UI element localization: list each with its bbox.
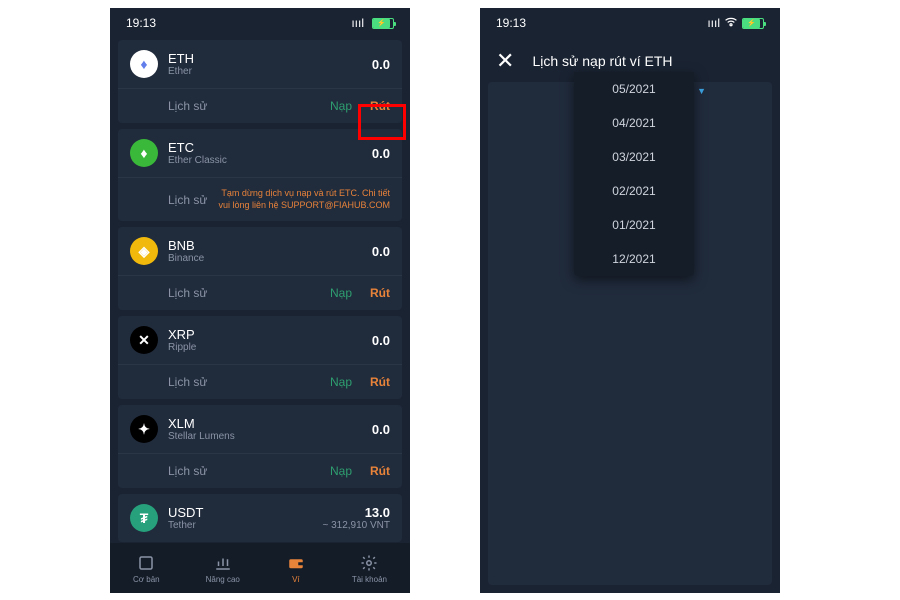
nav-basic[interactable]: Cơ bản (133, 553, 160, 584)
wallet-card-xrp: ✕ XRP Ripple 0.0 Lịch sử Nạp Rút (118, 316, 402, 399)
wallet-card-usdt: ₮ USDT Tether 13.0 ~ 312,910 VNT (118, 494, 402, 542)
chart-icon (213, 553, 233, 573)
page-title: Lịch sử nạp rút ví ETH (532, 53, 672, 69)
eth-icon: ♦ (130, 50, 158, 78)
caret-down-icon: ▼ (697, 86, 706, 96)
bottom-nav: Cơ bản Nâng cao Ví Tài khoản (110, 543, 410, 593)
wallet-card-xlm: ✦ XLM Stellar Lumens 0.0 Lịch sử Nạp Rút (118, 405, 402, 488)
signal-icon: ıııl (707, 16, 720, 30)
coin-amount: 0.0 (372, 146, 390, 161)
status-bar: 19:13 ıııl ⚡ (110, 8, 410, 34)
nav-wallet[interactable]: Ví (286, 553, 306, 584)
coin-amount: 13.0 (322, 505, 390, 520)
coin-amount: 0.0 (372, 244, 390, 259)
coin-symbol: ETC (168, 140, 372, 155)
coin-symbol: USDT (168, 505, 322, 520)
tutorial-highlight (358, 104, 406, 140)
coin-symbol: XLM (168, 416, 372, 431)
deposit-button[interactable]: Nạp (330, 99, 352, 113)
wallet-card-bnb: ◈ BNB Binance 0.0 Lịch sử Nạp Rút (118, 227, 402, 310)
withdraw-button[interactable]: Rút (370, 375, 390, 389)
bnb-icon: ◈ (130, 237, 158, 265)
status-indicators: ıııl ⚡ (351, 16, 394, 30)
nav-advanced[interactable]: Nâng cao (206, 553, 240, 584)
wallet-header[interactable]: ◈ BNB Binance 0.0 (118, 227, 402, 275)
status-indicators: ıııl ⚡ (707, 16, 764, 30)
battery-icon: ⚡ (742, 18, 764, 29)
history-link[interactable]: Lịch sử (168, 193, 207, 207)
history-link[interactable]: Lịch sử (168, 99, 207, 113)
wifi-icon (724, 16, 738, 30)
history-link[interactable]: Lịch sử (168, 464, 207, 478)
month-option[interactable]: 02/2021 (574, 174, 694, 208)
status-time: 19:13 (496, 16, 526, 30)
coin-converted: ~ 312,910 VNT (322, 520, 390, 531)
coin-amount: 0.0 (372, 57, 390, 72)
coin-name: Ripple (168, 342, 372, 353)
withdraw-button[interactable]: Rút (370, 286, 390, 300)
coin-name: Binance (168, 253, 372, 264)
etc-icon: ♦ (130, 139, 158, 167)
month-dropdown[interactable]: ▼ 05/2021 04/2021 03/2021 02/2021 01/202… (574, 72, 694, 276)
coin-name: Ether (168, 66, 372, 77)
month-option[interactable]: 05/2021 (574, 72, 694, 106)
battery-icon: ⚡ (372, 18, 394, 29)
suspended-notice: Tạm dừng dịch vụ nạp và rút ETC. Chi tiế… (217, 188, 390, 211)
deposit-button[interactable]: Nạp (330, 286, 352, 300)
coin-name: Ether Classic (168, 155, 372, 166)
history-link[interactable]: Lịch sử (168, 375, 207, 389)
deposit-button[interactable]: Nạp (330, 375, 352, 389)
month-option[interactable]: 04/2021 (574, 106, 694, 140)
usdt-icon: ₮ (130, 504, 158, 532)
coin-amount: 0.0 (372, 333, 390, 348)
wallet-icon (286, 553, 306, 573)
stack-icon (136, 553, 156, 573)
history-screen: 19:13 ıııl ⚡ ✕ Lịch sử nạp rút ví ETH ▼ … (480, 8, 780, 593)
wallet-header[interactable]: ✦ XLM Stellar Lumens 0.0 (118, 405, 402, 453)
month-option[interactable]: 03/2021 (574, 140, 694, 174)
wallet-card-etc: ♦ ETC Ether Classic 0.0 Lịch sử Tạm dừng… (118, 129, 402, 221)
withdraw-button[interactable]: Rút (370, 464, 390, 478)
coin-symbol: BNB (168, 238, 372, 253)
history-link[interactable]: Lịch sử (168, 286, 207, 300)
coin-name: Stellar Lumens (168, 431, 372, 442)
coin-name: Tether (168, 520, 322, 531)
coin-symbol: ETH (168, 51, 372, 66)
nav-account[interactable]: Tài khoản (352, 553, 387, 584)
signal-icon: ıııl (351, 16, 364, 30)
wallet-header[interactable]: ♦ ETH Ether 0.0 (118, 40, 402, 88)
xrp-icon: ✕ (130, 326, 158, 354)
coin-symbol: XRP (168, 327, 372, 342)
month-option[interactable]: 01/2021 (574, 208, 694, 242)
deposit-button[interactable]: Nạp (330, 464, 352, 478)
wallet-header[interactable]: ✕ XRP Ripple 0.0 (118, 316, 402, 364)
coin-amount: 0.0 (372, 422, 390, 437)
gear-icon (359, 553, 379, 573)
wallet-screen: 19:13 ıııl ⚡ ♦ ETH Ether 0.0 Lịch sử Nạp… (110, 8, 410, 593)
status-bar: 19:13 ıııl ⚡ (480, 8, 780, 34)
month-option[interactable]: 12/2021 (574, 242, 694, 276)
close-icon[interactable]: ✕ (496, 48, 514, 74)
wallet-header[interactable]: ₮ USDT Tether 13.0 ~ 312,910 VNT (118, 494, 402, 542)
status-time: 19:13 (126, 16, 156, 30)
xlm-icon: ✦ (130, 415, 158, 443)
